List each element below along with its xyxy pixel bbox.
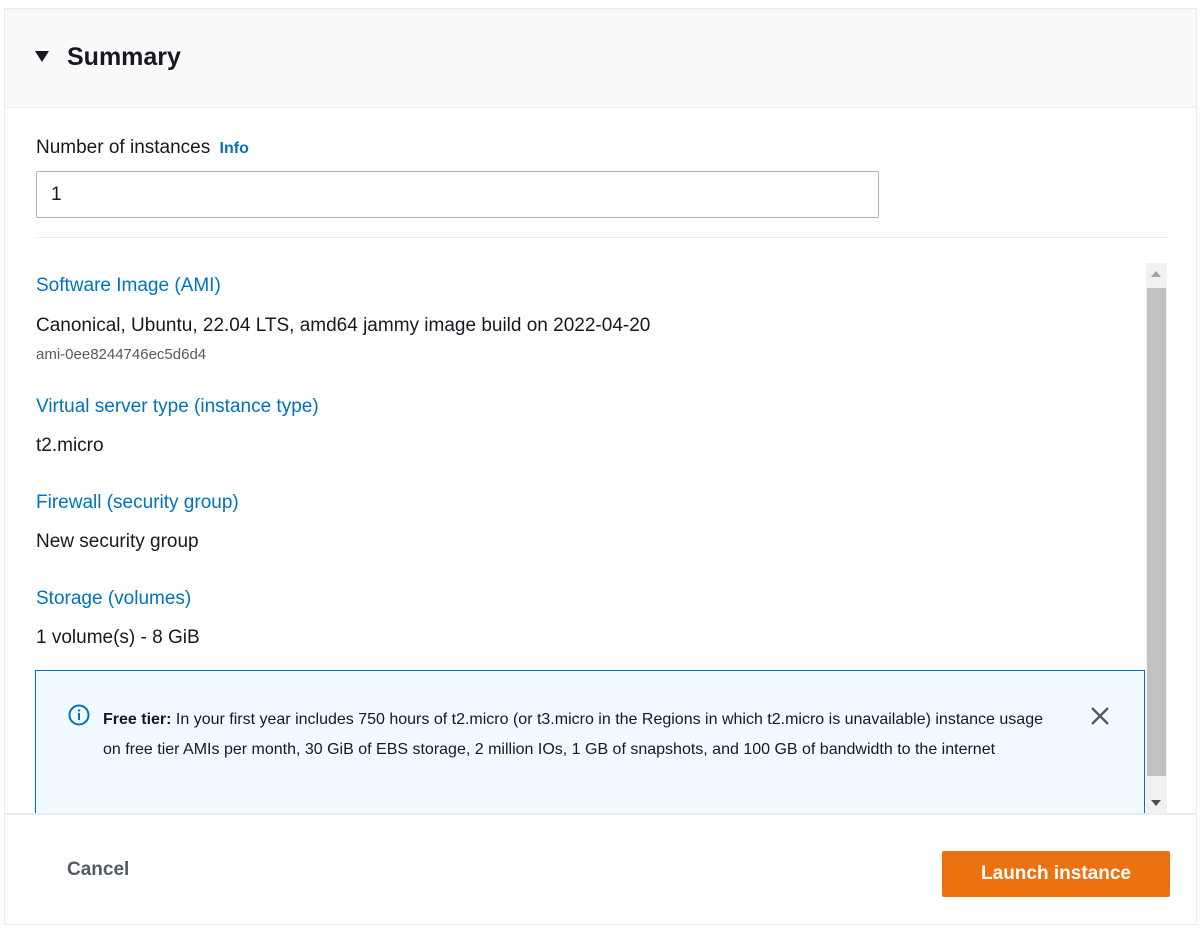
- instances-label-row: Number of instances Info: [36, 136, 249, 161]
- free-tier-alert: Free tier: In your first year includes 7…: [35, 670, 1145, 813]
- scroll-up-icon[interactable]: [1151, 271, 1161, 277]
- scrollbar-thumb[interactable]: [1147, 288, 1166, 776]
- launch-instance-button[interactable]: Launch instance: [942, 851, 1170, 897]
- summary-header[interactable]: Summary: [5, 9, 1196, 108]
- cancel-button[interactable]: Cancel: [53, 851, 143, 889]
- firewall-label[interactable]: Firewall (security group): [36, 491, 239, 515]
- firewall-value: New security group: [36, 531, 199, 552]
- vertical-scrollbar[interactable]: [1146, 263, 1167, 814]
- number-of-instances-input[interactable]: [36, 171, 879, 218]
- summary-footer: Cancel Launch instance: [5, 813, 1196, 924]
- summary-details: Software Image (AMI) Canonical, Ubuntu, …: [5, 238, 1196, 813]
- summary-panel: Summary Number of instances Info Softwar…: [4, 8, 1197, 925]
- close-icon[interactable]: [1088, 704, 1112, 728]
- caret-down-icon[interactable]: [35, 51, 49, 62]
- storage-label[interactable]: Storage (volumes): [36, 587, 191, 611]
- instances-label: Number of instances: [36, 137, 211, 158]
- instance-type-label[interactable]: Virtual server type (instance type): [36, 395, 319, 419]
- ami-value: Canonical, Ubuntu, 22.04 LTS, amd64 jamm…: [36, 315, 651, 336]
- free-tier-message: Free tier: In your first year includes 7…: [103, 705, 1063, 765]
- storage-value: 1 volume(s) - 8 GiB: [36, 627, 200, 648]
- free-tier-text: In your first year includes 750 hours of…: [103, 711, 1043, 758]
- free-tier-title: Free tier:: [103, 711, 172, 728]
- instance-type-value: t2.micro: [36, 435, 104, 456]
- info-link[interactable]: Info: [220, 140, 249, 157]
- ami-label[interactable]: Software Image (AMI): [36, 274, 221, 298]
- summary-title[interactable]: Summary: [67, 41, 181, 73]
- info-circle-icon: [68, 704, 90, 726]
- ami-id: ami-0ee8244746ec5d6d4: [36, 346, 207, 363]
- scroll-down-icon[interactable]: [1151, 800, 1161, 806]
